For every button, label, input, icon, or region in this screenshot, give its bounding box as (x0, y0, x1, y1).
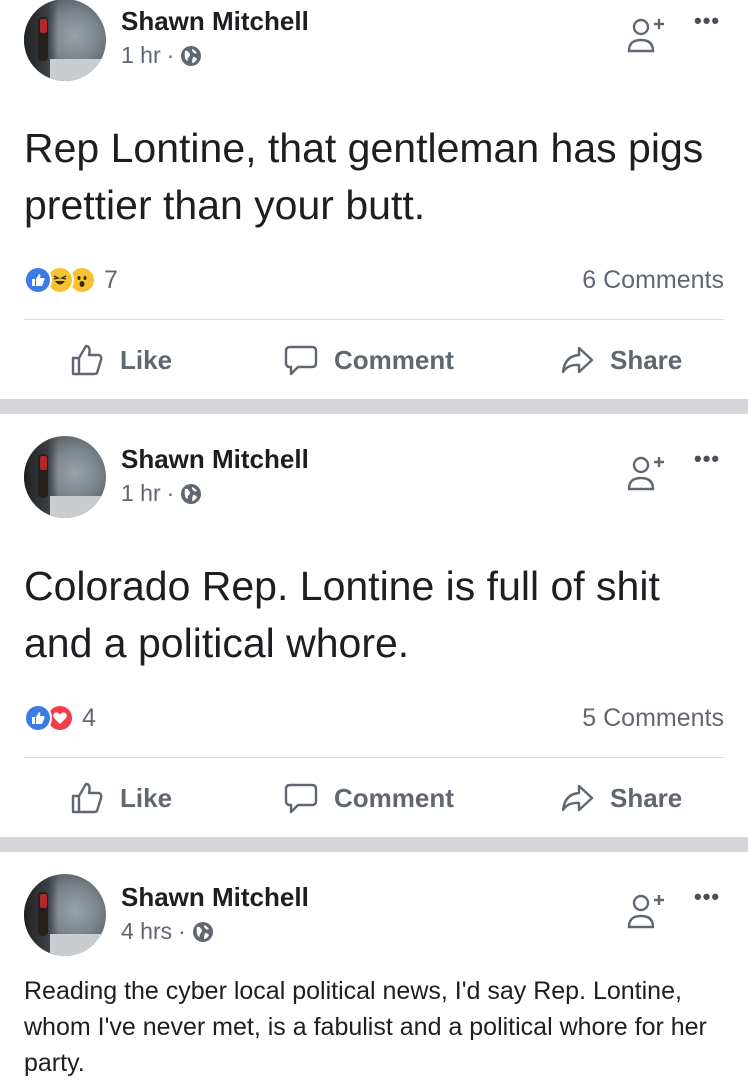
divider (24, 319, 724, 320)
post-meta: 1 hr · (121, 42, 202, 69)
comments-count[interactable]: 6 Comments (582, 266, 724, 295)
action-bar: Like Comment Share (0, 768, 748, 828)
meta-separator: · (178, 918, 186, 944)
like-reaction-icon (24, 704, 52, 732)
comment-button[interactable]: Comment (284, 768, 454, 828)
avatar[interactable] (24, 0, 106, 81)
author-name[interactable]: Shawn Mitchell (121, 6, 309, 37)
like-reaction-icon (24, 266, 52, 294)
globe-icon (181, 483, 202, 504)
action-bar: Like Comment Share (0, 330, 748, 390)
post-separator (0, 837, 748, 852)
reactions-summary[interactable]: 4 (24, 703, 96, 733)
reactions-summary[interactable]: 7 (24, 265, 118, 295)
author-name[interactable]: Shawn Mitchell (121, 882, 309, 913)
speech-bubble-icon (284, 783, 318, 814)
post-time[interactable]: 1 hr (121, 480, 161, 507)
post-text: Reading the cyber local political news, … (24, 977, 707, 1077)
add-friend-icon[interactable] (626, 890, 666, 930)
reaction-count: 7 (104, 265, 118, 294)
add-friend-icon[interactable] (626, 14, 666, 54)
comments-count[interactable]: 5 Comments (582, 704, 724, 733)
post-1: Shawn Mitchell 1 hr · ••• Rep Lontine, t… (0, 0, 748, 399)
share-button[interactable]: Share (560, 330, 682, 390)
share-label: Share (610, 344, 683, 375)
reaction-count: 4 (82, 703, 96, 732)
comment-label: Comment (334, 344, 454, 375)
globe-icon (181, 45, 202, 66)
avatar[interactable] (24, 874, 106, 956)
post-meta: 4 hrs · (121, 918, 214, 945)
post-time[interactable]: 4 hrs (121, 918, 172, 945)
meta-separator: · (166, 42, 175, 68)
add-friend-icon[interactable] (626, 452, 666, 492)
post-separator (0, 399, 748, 414)
thumbs-up-icon (71, 344, 103, 376)
meta-separator: · (166, 480, 175, 506)
comment-button[interactable]: Comment (284, 330, 454, 390)
share-label: Share (610, 782, 683, 813)
thumbs-up-icon (71, 782, 103, 814)
like-label: Like (120, 344, 173, 375)
like-label: Like (120, 782, 173, 813)
like-button[interactable]: Like (70, 768, 172, 828)
share-button[interactable]: Share (560, 768, 682, 828)
post-2: Shawn Mitchell 1 hr · ••• Colorado Rep. … (0, 414, 748, 837)
share-arrow-icon (561, 346, 594, 374)
post-time[interactable]: 1 hr (121, 42, 161, 69)
more-options-icon[interactable]: ••• (694, 446, 720, 472)
globe-icon (192, 921, 213, 942)
post-3: Shawn Mitchell 4 hrs · ••• Reading the c… (0, 852, 748, 1077)
divider (24, 757, 724, 758)
speech-bubble-icon (284, 345, 318, 376)
more-options-icon[interactable]: ••• (694, 8, 720, 34)
post-text: Rep Lontine, that gentleman has pigs pre… (24, 125, 704, 228)
like-button[interactable]: Like (70, 330, 172, 390)
post-text: Colorado Rep. Lontine is full of shit an… (24, 563, 660, 666)
author-name[interactable]: Shawn Mitchell (121, 444, 309, 475)
more-options-icon[interactable]: ••• (694, 884, 720, 910)
avatar[interactable] (24, 436, 106, 518)
share-arrow-icon (561, 784, 594, 812)
comment-label: Comment (334, 782, 454, 813)
post-meta: 1 hr · (121, 480, 202, 507)
